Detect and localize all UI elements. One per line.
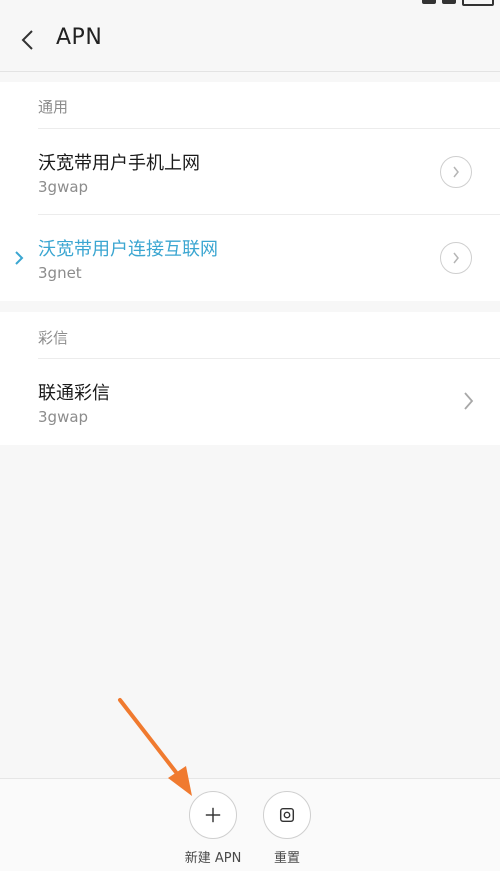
apn-settings-screen: APN 通用 沃宽带用户手机上网 3gwap 沃宽带用户连接互联网 3gnet	[0, 0, 500, 871]
divider	[38, 358, 500, 359]
network-icon	[442, 0, 456, 4]
bottom-action-bar: 新建 APN 重置	[0, 778, 500, 871]
reset-square-icon	[279, 807, 295, 823]
chevron-right-icon	[464, 392, 474, 410]
chevron-right-icon	[453, 252, 459, 264]
apn-item-name: 联通彩信	[38, 383, 110, 404]
chevron-left-icon	[21, 30, 33, 50]
divider	[38, 214, 500, 215]
selected-marker-icon	[15, 251, 24, 265]
back-button[interactable]	[12, 24, 44, 56]
apn-item-sub: 3gnet	[38, 264, 82, 282]
battery-icon	[462, 0, 494, 6]
reset-label: 重置	[273, 851, 300, 866]
apn-item-net[interactable]: 沃宽带用户连接互联网 3gnet	[0, 214, 500, 300]
new-apn-label: 新建 APN	[184, 851, 242, 866]
new-apn-button[interactable]: 新建 APN	[170, 791, 256, 866]
section-label-general: 通用	[38, 98, 69, 116]
signal-icon	[422, 0, 436, 4]
apn-item-name: 沃宽带用户手机上网	[38, 153, 200, 174]
section-mms: 彩信 联通彩信 3gwap	[0, 312, 500, 445]
page-title: APN	[56, 25, 103, 50]
title-bar: APN	[0, 10, 500, 72]
apn-item-mms[interactable]: 联通彩信 3gwap	[0, 358, 500, 444]
reset-circle[interactable]	[263, 791, 311, 839]
divider	[38, 128, 500, 129]
section-label-mms: 彩信	[38, 329, 69, 347]
detail-button[interactable]	[440, 242, 472, 274]
status-bar	[0, 0, 500, 10]
apn-item-wap[interactable]: 沃宽带用户手机上网 3gwap	[0, 128, 500, 214]
apn-item-name: 沃宽带用户连接互联网	[38, 239, 218, 260]
section-general: 通用 沃宽带用户手机上网 3gwap 沃宽带用户连接互联网 3gnet	[0, 82, 500, 301]
chevron-right-icon	[453, 166, 459, 178]
status-icons	[422, 0, 494, 6]
apn-item-sub: 3gwap	[38, 178, 89, 196]
new-apn-circle[interactable]	[189, 791, 237, 839]
apn-item-sub: 3gwap	[38, 408, 89, 426]
plus-icon	[205, 807, 221, 823]
reset-button[interactable]: 重置	[252, 791, 322, 866]
detail-button[interactable]	[440, 156, 472, 188]
